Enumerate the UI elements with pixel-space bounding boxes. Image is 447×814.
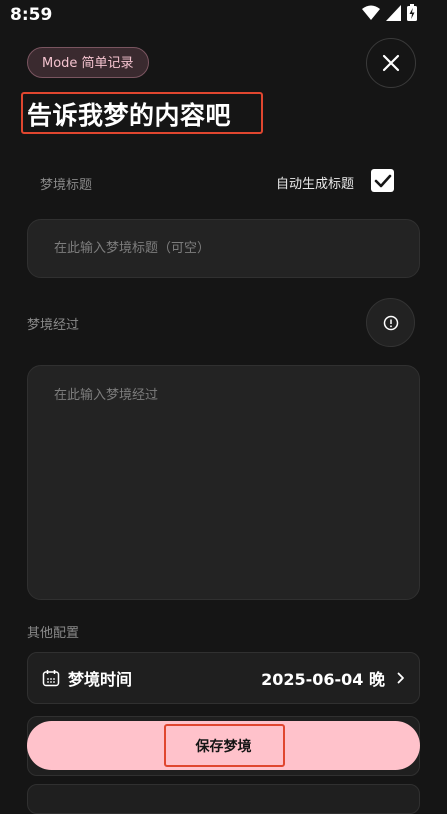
dream-content-label: 梦境经过 bbox=[27, 318, 80, 333]
info-icon bbox=[383, 315, 398, 330]
config-row-card bbox=[27, 784, 420, 814]
dream-title-input[interactable]: 在此输入梦境标题（可空） bbox=[27, 219, 420, 278]
info-button[interactable] bbox=[366, 298, 415, 347]
close-button[interactable] bbox=[366, 38, 416, 88]
dream-title-label: 梦境标题 bbox=[40, 178, 93, 193]
signal-icon bbox=[386, 4, 401, 21]
mode-badge[interactable]: Mode 简单记录 bbox=[27, 47, 149, 78]
save-highlight-box bbox=[164, 724, 285, 767]
battery-icon bbox=[407, 4, 417, 21]
wifi-icon bbox=[362, 5, 380, 20]
dream-content-textarea[interactable]: 在此输入梦境经过 bbox=[27, 365, 420, 600]
chevron-right-icon bbox=[397, 672, 404, 684]
calendar-icon bbox=[42, 670, 60, 687]
page-title: 告诉我梦的内容吧 bbox=[27, 101, 232, 130]
auto-generate-title-label[interactable]: 自动生成标题 bbox=[276, 173, 354, 192]
dream-time-row[interactable]: 梦境时间 2025-06-04 晚 bbox=[27, 652, 420, 704]
other-config-label: 其他配置 bbox=[27, 626, 80, 641]
close-icon bbox=[382, 54, 400, 72]
dream-time-label: 梦境时间 bbox=[68, 670, 133, 689]
checkmark-icon bbox=[374, 174, 391, 187]
status-time: 8:59 bbox=[10, 5, 53, 25]
status-icons bbox=[362, 4, 417, 21]
auto-generate-title-checkbox[interactable] bbox=[371, 169, 394, 192]
dream-time-value: 2025-06-04 晚 bbox=[261, 670, 385, 689]
